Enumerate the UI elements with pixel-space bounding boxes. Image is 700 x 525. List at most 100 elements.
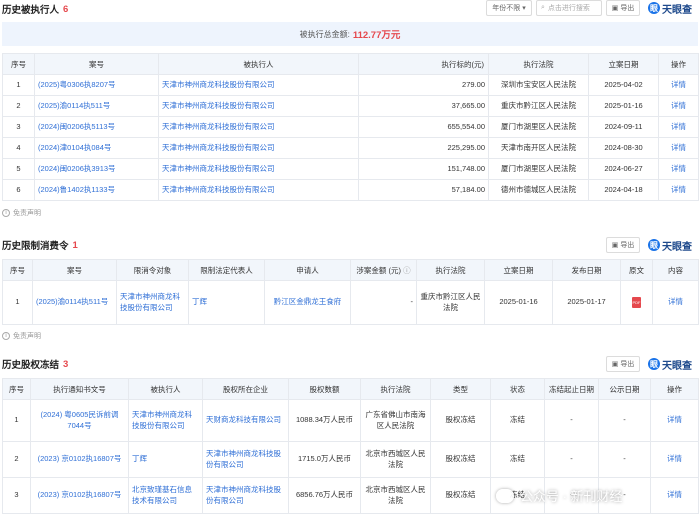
party-link[interactable]: 天津市神州商龙科技股份有限公司 (158, 179, 359, 201)
tianyancha-logo: 眼 天眼查 (648, 0, 692, 16)
company-link[interactable]: 天津市神州商龙科技股份有限公司 (202, 441, 289, 478)
court: 北京市西城区人民法院 (360, 477, 431, 514)
detail-link[interactable]: 详情 (652, 280, 699, 325)
col-header: 公示日期 (598, 378, 651, 400)
section-title: 历史被执行人 (2, 5, 60, 16)
col-header: 限制法定代表人 (188, 259, 265, 281)
detail-link[interactable]: 详情 (658, 74, 699, 96)
col-header[interactable]: 立案日期 (588, 53, 659, 75)
info-icon: i (2, 332, 10, 340)
section-count: 6 (63, 3, 69, 15)
export-button[interactable]: ▣ 导出 (606, 0, 640, 16)
type: 股权冻结 (430, 399, 491, 442)
doc-no-link[interactable]: (2023) 京0102执16807号 (30, 477, 129, 514)
col-header: 限消令对象 (116, 259, 189, 281)
disclaimer-link[interactable]: i 免责声明 (2, 331, 41, 341)
export-label: 导出 (620, 361, 635, 368)
detail-link[interactable]: 详情 (650, 441, 699, 478)
table-row: 1 (2025)粤0306执8207号 天津市神州商龙科技股份有限公司 279.… (2, 74, 699, 96)
detail-link[interactable]: 详情 (658, 158, 699, 180)
court: 广东省佛山市南海区人民法院 (360, 399, 431, 442)
company-link[interactable]: 天津市神州商龙科技股份有限公司 (202, 477, 289, 514)
detail-link[interactable]: 详情 (650, 477, 699, 514)
summary-amount: 112.77万元 (352, 30, 401, 41)
pdf-cell[interactable]: PDF (620, 280, 653, 325)
amount: - (350, 280, 417, 325)
party-link[interactable]: 天津市神州商龙科技股份有限公司 (128, 399, 203, 442)
year-filter-select[interactable]: 年份不限 ▾ (486, 0, 532, 16)
party-link[interactable]: 丁辉 (128, 441, 203, 478)
party-link[interactable]: 天津市神州商龙科技股份有限公司 (158, 74, 359, 96)
detail-link[interactable]: 详情 (650, 399, 699, 442)
date: 2024-04-18 (588, 179, 659, 201)
col-header-label: 涉案金额 (元) (356, 265, 401, 275)
company-link[interactable]: 天财商龙科技有限公司 (202, 399, 289, 442)
case-link[interactable]: (2025)粤0306执8207号 (34, 74, 159, 96)
period: - (544, 441, 599, 478)
col-header: 操作 (650, 378, 699, 400)
help-icon[interactable]: ⓘ (403, 266, 411, 275)
export-button[interactable]: ▣ 导出 (606, 237, 640, 253)
export-button[interactable]: ▣ 导出 (606, 356, 640, 372)
date: 2025-04-02 (588, 74, 659, 96)
col-header: 操作 (658, 53, 699, 75)
status: 冻结 (490, 441, 545, 478)
col-header: 序号 (2, 378, 31, 400)
export-icon: ▣ (611, 242, 619, 249)
search-input[interactable]: ⌕ 点击进行搜索 (536, 0, 602, 16)
case-link[interactable]: (2025)渝0114执511号 (32, 280, 117, 325)
executed-table: 序号 案号 被执行人 执行标的(元) 执行法院 立案日期 操作 1 (2025)… (2, 53, 699, 201)
row-no: 3 (2, 116, 35, 138)
party-link[interactable]: 北京致瑾基石信息技术有限公司 (128, 477, 203, 514)
logo-text: 天眼查 (662, 360, 692, 372)
detail-link[interactable]: 详情 (658, 95, 699, 117)
col-header[interactable]: 立案日期 (484, 259, 553, 281)
disclaimer-link[interactable]: i 免责声明 (2, 208, 41, 218)
case-link[interactable]: (2024)闽0206执3913号 (34, 158, 159, 180)
row-no: 4 (2, 137, 35, 159)
amount: 57,184.00 (358, 179, 489, 201)
court: 天津市南开区人民法院 (488, 137, 589, 159)
row-no: 3 (2, 477, 31, 514)
date: 2024-06-27 (588, 158, 659, 180)
col-header: 状态 (490, 378, 545, 400)
detail-link[interactable]: 详情 (658, 179, 699, 201)
party-link[interactable]: 天津市神州商龙科技股份有限公司 (158, 158, 359, 180)
pdf-icon[interactable]: PDF (632, 297, 641, 308)
case-link[interactable]: (2025)渝0114执511号 (34, 95, 159, 117)
row-no: 6 (2, 179, 35, 201)
table-row: 1 (2025)渝0114执511号 天津市神州商龙科技股份有限公司 丁辉 黔江… (2, 280, 699, 325)
info-icon: i (2, 209, 10, 217)
date: 2024-08-30 (588, 137, 659, 159)
detail-link[interactable]: 详情 (658, 116, 699, 138)
amount: 151,748.00 (358, 158, 489, 180)
case-link[interactable]: (2024)鲁1402执1133号 (34, 179, 159, 201)
col-header: 股权所在企业 (202, 378, 289, 400)
amount: 655,554.00 (358, 116, 489, 138)
party-link[interactable]: 天津市神州商龙科技股份有限公司 (158, 95, 359, 117)
doc-no-link[interactable]: (2024) 粤0605民诉前调7044号 (30, 399, 129, 442)
col-header: 被执行人 (158, 53, 359, 75)
case-link[interactable]: (2024)津0104执084号 (34, 137, 159, 159)
status: 冻结 (490, 399, 545, 442)
filed-date: 2025-01-16 (484, 280, 553, 325)
amount: 37,665.00 (358, 95, 489, 117)
table-row: 2 (2025)渝0114执511号 天津市神州商龙科技股份有限公司 37,66… (2, 95, 699, 117)
tianyancha-logo: 眼 天眼查 (648, 356, 692, 372)
section-equity-freeze: 历史股权冻结 3 (0, 355, 700, 373)
target-link[interactable]: 天津市神州商龙科技股份有限公司 (116, 280, 189, 325)
col-header[interactable]: 发布日期 (552, 259, 621, 281)
col-header: 案号 (32, 259, 117, 281)
rep-link[interactable]: 丁辉 (188, 280, 265, 325)
detail-link[interactable]: 详情 (658, 137, 699, 159)
restriction-table: 序号 案号 限消令对象 限制法定代表人 申请人 涉案金额 (元) ⓘ 执行法院 … (2, 259, 699, 325)
party-link[interactable]: 天津市神州商龙科技股份有限公司 (158, 137, 359, 159)
search-icon: ⌕ (541, 4, 545, 11)
applicant-link[interactable]: 黔江区金鼎龙王食府 (264, 280, 351, 325)
case-link[interactable]: (2024)闽0206执5113号 (34, 116, 159, 138)
court: 北京市西城区人民法院 (360, 441, 431, 478)
logo-icon: 眼 (648, 2, 660, 14)
doc-no-link[interactable]: (2023) 京0102执16807号 (30, 441, 129, 478)
pub-date: - (598, 399, 651, 442)
party-link[interactable]: 天津市神州商龙科技股份有限公司 (158, 116, 359, 138)
